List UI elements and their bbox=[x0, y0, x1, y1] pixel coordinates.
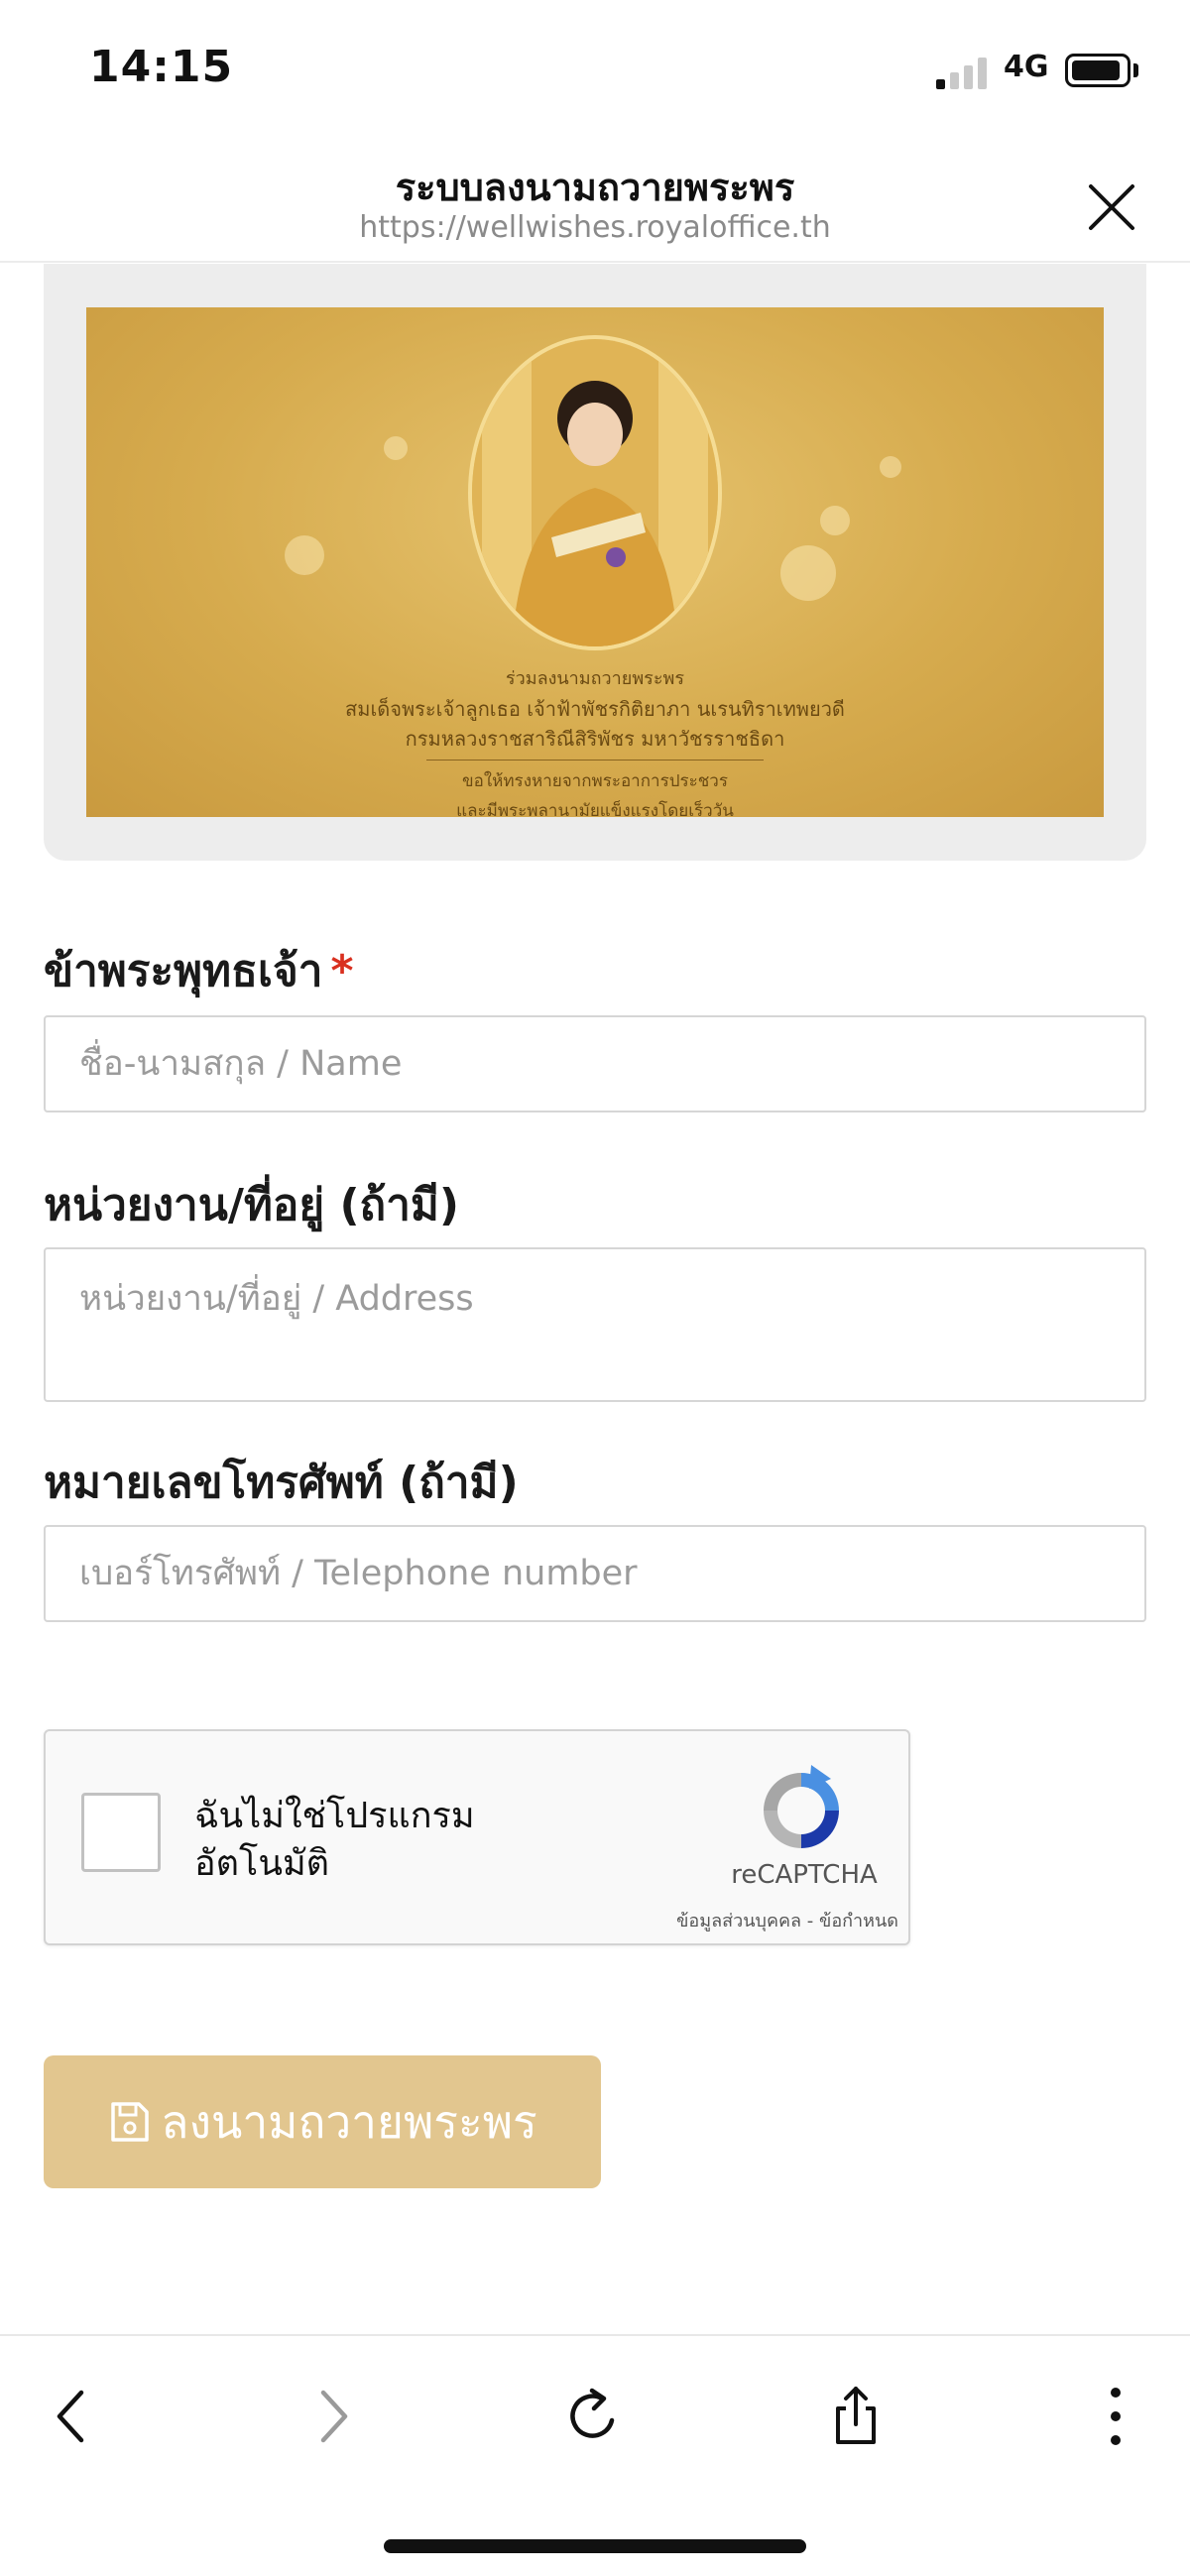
address-input[interactable] bbox=[44, 1247, 1146, 1402]
header-divider bbox=[0, 261, 1190, 263]
name-input[interactable] bbox=[44, 1015, 1146, 1112]
portrait-image bbox=[468, 335, 722, 650]
name-label: ข้าพระพุทธเจ้า * bbox=[44, 936, 353, 1005]
submit-button[interactable]: ลงนามถวายพระพร bbox=[44, 2055, 601, 2188]
status-time: 14:15 bbox=[89, 42, 234, 92]
recaptcha-line-2: อัตโนมัติ bbox=[194, 1843, 330, 1884]
battery-icon bbox=[1065, 54, 1130, 87]
banner-line-3: กรมหลวงราชสาริณีสิริพัชร มหาวัชรราชธิดา bbox=[405, 727, 785, 751]
banner-line-5: และมีพระพลานามัยแข็งแรงโดยเร็ววัน bbox=[456, 801, 734, 817]
page-url: https://wellwishes.royaloffice.th bbox=[359, 210, 831, 245]
signal-icon bbox=[936, 58, 987, 89]
reload-button[interactable] bbox=[549, 2372, 639, 2461]
recaptcha-links[interactable]: ข้อมูลส่วนบุคคล - ข้อกำหนด bbox=[601, 1906, 898, 1934]
required-mark: * bbox=[330, 946, 354, 996]
more-button[interactable] bbox=[1071, 2372, 1160, 2461]
banner-line-1: ร่วมลงนามถวายพระพร bbox=[505, 668, 685, 689]
more-icon bbox=[1111, 2388, 1121, 2445]
phone-label: หมายเลขโทรศัพท์ (ถ้ามี) bbox=[44, 1458, 519, 1508]
submit-label: ลงนามถวายพระพร bbox=[161, 2094, 537, 2149]
toolbar-divider bbox=[0, 2334, 1190, 2336]
recaptcha-line-1: ฉันไม่ใช่โปรแกรม bbox=[194, 1796, 475, 1836]
recaptcha-label: ฉันไม่ใช่โปรแกรม อัตโนมัติ bbox=[194, 1793, 475, 1888]
address-label: หน่วยงาน/ที่อยู่ (ถ้ามี) bbox=[44, 1180, 460, 1230]
phone-input[interactable] bbox=[44, 1525, 1146, 1622]
recaptcha-widget: ฉันไม่ใช่โปรแกรม อัตโนมัติ reCAPTCHA ข้อ… bbox=[44, 1729, 910, 1945]
banner-divider bbox=[426, 760, 764, 761]
banner-caption: ร่วมลงนามถวายพระพร สมเด็จพระเจ้าลูกเธอ เ… bbox=[86, 664, 1104, 817]
page-title: ระบบลงนามถวายพระพร bbox=[395, 166, 795, 209]
close-icon[interactable] bbox=[1081, 176, 1142, 238]
forward-icon bbox=[320, 2390, 348, 2443]
reload-icon bbox=[570, 2388, 615, 2438]
forward-button[interactable] bbox=[288, 2372, 377, 2461]
network-type: 4G bbox=[1004, 50, 1049, 84]
banner-line-2: สมเด็จพระเจ้าลูกเธอ เจ้าฟ้าพัชรกิติยาภา … bbox=[345, 697, 845, 721]
banner-line-4: ขอให้ทรงหายจากพระอาการประชวร bbox=[462, 771, 728, 791]
name-label-text: ข้าพระพุทธเจ้า bbox=[44, 946, 323, 996]
share-button[interactable] bbox=[811, 2372, 900, 2461]
banner-image: ร่วมลงนามถวายพระพร สมเด็จพระเจ้าลูกเธอ เ… bbox=[86, 307, 1104, 817]
back-icon bbox=[57, 2390, 84, 2443]
battery-nub bbox=[1133, 63, 1138, 77]
recaptcha-brand: reCAPTCHA bbox=[731, 1860, 878, 1890]
back-button[interactable] bbox=[28, 2372, 117, 2461]
recaptcha-logo-icon bbox=[764, 1765, 839, 1848]
save-icon bbox=[111, 2102, 149, 2142]
share-icon bbox=[836, 2387, 876, 2444]
home-indicator bbox=[384, 2539, 806, 2553]
recaptcha-checkbox[interactable] bbox=[81, 1793, 161, 1872]
